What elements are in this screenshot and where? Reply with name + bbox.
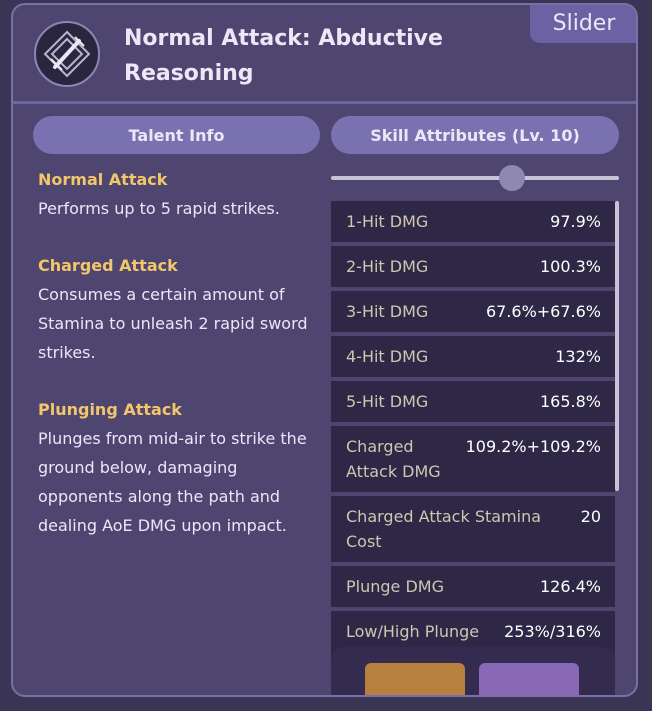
- attribute-name: Plunge DMG: [346, 577, 444, 596]
- section-title: Charged Attack: [38, 256, 178, 275]
- talent-card: Normal Attack: Abductive Reasoning Slide…: [11, 3, 638, 697]
- item-thumbnail[interactable]: [479, 663, 579, 695]
- attribute-row: Charged Attack Stamina Cost 20: [331, 496, 615, 562]
- level-slider[interactable]: [331, 165, 619, 191]
- section-plunging-attack: Plunging Attack Plunges from mid-air to …: [38, 395, 323, 540]
- attribute-row: 4-Hit DMG 132%: [331, 336, 615, 377]
- attribute-row: 1-Hit DMG 97.9%: [331, 201, 615, 242]
- attribute-name: 4-Hit DMG: [346, 347, 429, 366]
- attribute-value: 67.6%+67.6%: [485, 302, 601, 321]
- constellation-panel: [331, 647, 615, 695]
- attribute-value: 165.8%: [539, 392, 601, 411]
- attribute-row: 3-Hit DMG 67.6%+67.6%: [331, 291, 615, 332]
- attribute-name: 2-Hit DMG: [346, 257, 429, 276]
- section-text: Performs up to 5 rapid strikes.: [38, 199, 280, 218]
- attribute-value: 126.4%: [539, 577, 601, 596]
- attribute-row: Plunge DMG 126.4%: [331, 566, 615, 607]
- attribute-name: 1-Hit DMG: [346, 212, 429, 231]
- slider-thumb[interactable]: [499, 165, 526, 191]
- talent-header: Normal Attack: Abductive Reasoning Slide…: [13, 5, 636, 101]
- section-charged-attack: Charged Attack Consumes a certain amount…: [38, 251, 323, 367]
- attribute-row: Charged Attack DMG 109.2%+109.2%: [331, 426, 615, 492]
- crossed-swords-icon: [34, 21, 100, 87]
- attribute-value: 20: [580, 507, 601, 526]
- section-text: Consumes a certain amount of Stamina to …: [38, 285, 308, 362]
- attribute-value: 253%/316%: [504, 622, 601, 641]
- attribute-value: 132%: [555, 347, 601, 366]
- attributes-scrollbar[interactable]: [615, 201, 619, 491]
- section-title: Plunging Attack: [38, 400, 182, 419]
- talent-title: Normal Attack: Abductive Reasoning: [124, 26, 443, 86]
- slider-tag[interactable]: Slider: [530, 5, 636, 43]
- attribute-name: Charged Attack Stamina Cost: [346, 507, 542, 551]
- tab-skill-attributes[interactable]: Skill Attributes (Lv. 10): [331, 116, 619, 154]
- talent-description: Normal Attack Performs up to 5 rapid str…: [38, 165, 323, 540]
- section-title: Normal Attack: [38, 170, 168, 189]
- attribute-name: 5-Hit DMG: [346, 392, 429, 411]
- header-divider: [13, 101, 636, 104]
- attribute-value: 100.3%: [539, 257, 601, 276]
- attribute-row: 5-Hit DMG 165.8%: [331, 381, 615, 422]
- attribute-value: 97.9%: [550, 212, 601, 231]
- item-thumbnail[interactable]: [365, 663, 465, 695]
- tab-talent-info[interactable]: Talent Info: [33, 116, 320, 154]
- attributes-list: 1-Hit DMG 97.9% 2-Hit DMG 100.3% 3-Hit D…: [331, 201, 615, 681]
- attribute-value: 109.2%+109.2%: [465, 437, 601, 456]
- section-normal-attack: Normal Attack Performs up to 5 rapid str…: [38, 165, 323, 223]
- section-text: Plunges from mid-air to strike the groun…: [38, 429, 307, 535]
- attribute-row: 2-Hit DMG 100.3%: [331, 246, 615, 287]
- attribute-name: Charged Attack DMG: [346, 437, 441, 481]
- attribute-name: 3-Hit DMG: [346, 302, 429, 321]
- slider-track[interactable]: [331, 176, 619, 180]
